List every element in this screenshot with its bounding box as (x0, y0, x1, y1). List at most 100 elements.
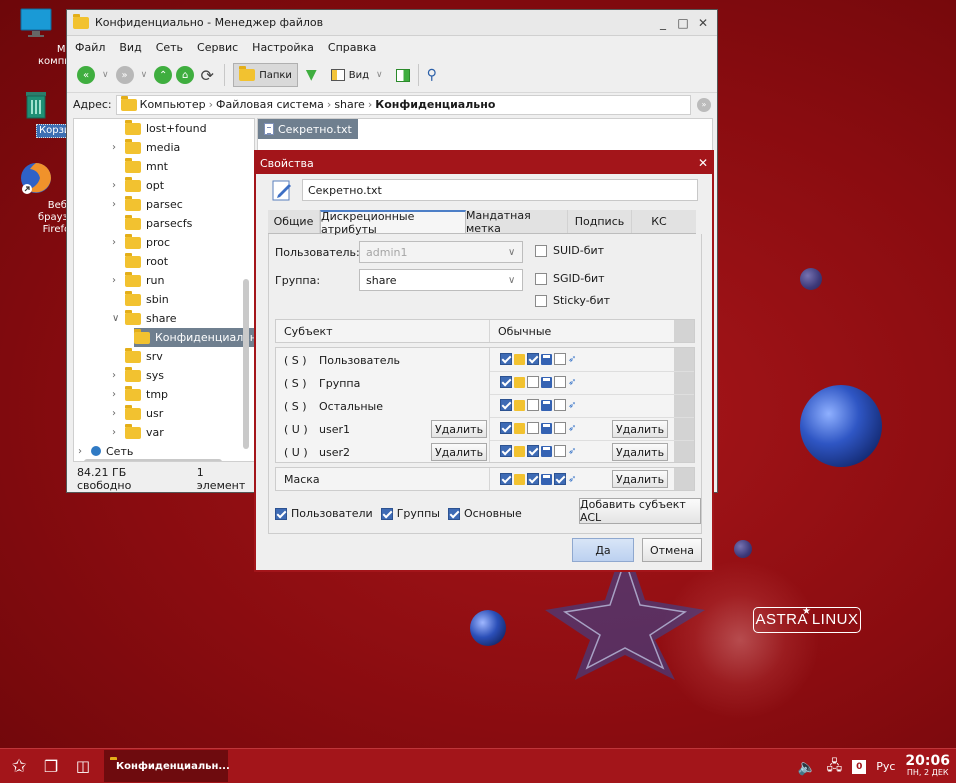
tree-item[interactable]: mnt (112, 157, 168, 176)
tree-item[interactable]: parsecfs (112, 214, 192, 233)
tree-item[interactable]: › run (112, 271, 164, 290)
chevron-right-icon[interactable]: › (112, 408, 120, 419)
mask-delete-button[interactable]: Удалить (612, 470, 668, 488)
window-titlebar[interactable]: Конфиденциально - Менеджер файлов _ □ ✕ (67, 10, 717, 36)
tree-item[interactable]: › tmp (112, 385, 168, 404)
breadcrumb-computer[interactable]: Компьютер (140, 98, 206, 111)
breadcrumb-share[interactable]: share (334, 98, 365, 111)
tree-item[interactable]: › media (112, 138, 180, 157)
menu-view[interactable]: Вид (119, 41, 141, 54)
keyboard-indicator[interactable]: 0 (852, 759, 867, 774)
sgid-checkbox[interactable] (535, 272, 547, 285)
write-checkbox[interactable] (527, 422, 539, 434)
taskbar-task-file-manager[interactable]: Конфиденциальн... (104, 750, 230, 782)
chevron-right-icon[interactable]: › (112, 237, 120, 248)
acl-row[interactable]: ( U ) user2 Удалить ➶ Удалить (276, 441, 676, 464)
sticky-checkbox[interactable] (535, 294, 547, 307)
address-field[interactable]: Компьютер › Файловая система › share › К… (115, 94, 691, 115)
show-groups-checkbox[interactable] (380, 507, 393, 520)
read-checkbox[interactable] (500, 422, 512, 434)
minimize-icon[interactable]: _ (655, 16, 671, 30)
mask-read-checkbox[interactable] (500, 473, 512, 485)
chevron-down-icon[interactable]: ∨ (102, 70, 109, 80)
menu-settings[interactable]: Настройка (252, 41, 314, 54)
tree-item[interactable]: › parsec (112, 195, 183, 214)
acl-row[interactable]: ( S ) Пользователь ➶ (276, 349, 676, 372)
tree-item[interactable]: root (112, 252, 168, 271)
refresh-icon[interactable]: ⟳ (198, 66, 216, 85)
tab-discretionary[interactable]: Дискреционные атрибуты (320, 210, 466, 236)
desktop-icon-trash[interactable]: Корзина (1, 88, 87, 138)
read-checkbox[interactable] (500, 353, 512, 365)
clock[interactable]: 20:06 ПН, 2 ДЕК (905, 754, 950, 779)
up-icon[interactable]: ⌃ (154, 66, 173, 84)
vertical-scrollbar[interactable] (243, 279, 249, 449)
language-indicator[interactable]: Рус (876, 760, 895, 773)
tree-item[interactable]: lost+found (112, 119, 207, 138)
execute-checkbox[interactable] (554, 422, 566, 434)
go-icon[interactable]: » (697, 97, 711, 112)
execute-checkbox[interactable] (554, 376, 566, 388)
delete-permission-button[interactable]: Удалить (612, 420, 668, 438)
chevron-right-icon[interactable]: › (112, 180, 120, 191)
sgid-option[interactable]: SGID-бит (535, 272, 605, 285)
tree-item[interactable]: › var (112, 423, 164, 442)
ok-button[interactable]: Да (572, 538, 634, 562)
chevron-down-icon[interactable]: ∨ (141, 70, 148, 80)
home-icon[interactable]: ⌂ (176, 66, 195, 84)
maximize-icon[interactable]: □ (675, 16, 691, 30)
read-checkbox[interactable] (500, 376, 512, 388)
menu-service[interactable]: Сервис (197, 41, 238, 54)
acl-row[interactable]: ( S ) Группа ➶ (276, 372, 676, 395)
cancel-button[interactable]: Отмена (642, 538, 702, 562)
view-menu-button[interactable]: Вид ∨ (325, 63, 392, 87)
chevron-right-icon[interactable]: › (112, 370, 120, 381)
breadcrumb-current[interactable]: Конфиденциально (375, 98, 495, 111)
read-checkbox[interactable] (500, 399, 512, 411)
horizontal-scrollbar[interactable] (84, 459, 222, 461)
execute-checkbox[interactable] (554, 353, 566, 365)
mask-write-checkbox[interactable] (527, 473, 539, 485)
filename-input[interactable]: Секретно.txt (302, 179, 698, 201)
windows-icon[interactable]: ❐ (38, 753, 64, 779)
user-select[interactable]: admin1 ∨ (359, 241, 523, 263)
write-checkbox[interactable] (527, 399, 539, 411)
start-menu-star-icon[interactable]: ✩ (6, 753, 32, 779)
show-main-checkbox[interactable] (447, 507, 460, 520)
chevron-right-icon[interactable]: › (112, 199, 120, 210)
sticky-option[interactable]: Sticky-бит (535, 294, 610, 307)
execute-checkbox[interactable] (554, 445, 566, 457)
acl-row[interactable]: ( S ) Остальные ➶ (276, 395, 676, 418)
mask-execute-checkbox[interactable] (554, 473, 566, 485)
tab-general[interactable]: Общие (268, 210, 320, 233)
write-checkbox[interactable] (527, 353, 539, 365)
chevron-down-icon[interactable]: ∨ (112, 313, 120, 324)
menu-help[interactable]: Справка (328, 41, 376, 54)
folders-toggle-button[interactable]: Папки (233, 63, 298, 87)
tree-item[interactable]: › opt (112, 176, 164, 195)
dialog-titlebar[interactable]: Свойства ✕ (256, 152, 712, 174)
close-icon[interactable]: ✕ (695, 16, 711, 30)
suid-checkbox[interactable] (535, 244, 547, 257)
desktop-icon-my-computer[interactable]: Мой компьютер (1, 6, 97, 67)
network-status-icon[interactable]: 🖧 (827, 755, 843, 779)
tree-item[interactable]: sbin (112, 290, 169, 309)
tree-item[interactable]: › Сеть (78, 445, 133, 457)
delete-subject-button[interactable]: Удалить (431, 443, 487, 461)
chevron-right-icon[interactable]: › (112, 142, 120, 153)
volume-icon[interactable]: 🔈 (798, 758, 817, 776)
write-checkbox[interactable] (527, 376, 539, 388)
tree-item[interactable]: srv (112, 347, 163, 366)
delete-subject-button[interactable]: Удалить (431, 420, 487, 438)
tree-item[interactable]: ∨ share (112, 309, 177, 328)
acl-row[interactable]: ( U ) user1 Удалить ➶ Удалить (276, 418, 676, 441)
show-users-checkbox[interactable] (275, 507, 287, 520)
delete-permission-button[interactable]: Удалить (612, 443, 668, 461)
chevron-right-icon[interactable]: › (112, 389, 120, 400)
breadcrumb-filesystem[interactable]: Файловая система (216, 98, 324, 111)
tree-item[interactable]: › sys (112, 366, 164, 385)
write-checkbox[interactable] (527, 445, 539, 457)
search-icon[interactable]: ⚲ (427, 67, 437, 83)
tab-ks[interactable]: КС (632, 210, 686, 233)
chevron-right-icon[interactable]: › (112, 275, 120, 286)
